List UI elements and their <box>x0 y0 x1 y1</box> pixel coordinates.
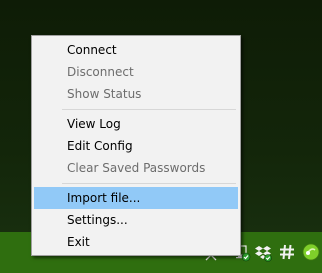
menu-item-edit-config[interactable]: Edit Config <box>34 135 238 157</box>
menu-item-clear-saved-passwords[interactable]: Clear Saved Passwords <box>34 157 238 179</box>
menu-separator <box>62 183 236 184</box>
menu-separator <box>62 109 236 110</box>
menu-item-show-status[interactable]: Show Status <box>34 83 238 105</box>
menu-item-label: Exit <box>67 235 90 249</box>
menu-item-disconnect[interactable]: Disconnect <box>34 61 238 83</box>
hashtag-icon[interactable] <box>279 244 295 260</box>
openvpn-icon[interactable] <box>302 243 320 261</box>
menu-item-label: Settings... <box>67 213 128 227</box>
menu-item-connect[interactable]: Connect <box>34 39 238 61</box>
dropbox-icon[interactable] <box>255 244 272 262</box>
menu-item-label: Show Status <box>67 87 142 101</box>
menu-item-label: Import file... <box>67 191 141 205</box>
menu-item-label: Connect <box>67 43 117 57</box>
menu-item-label: Edit Config <box>67 139 133 153</box>
menu-item-label: Disconnect <box>67 65 134 79</box>
menu-item-label: Clear Saved Passwords <box>67 161 206 175</box>
menu-item-view-log[interactable]: View Log <box>34 113 238 135</box>
menu-item-exit[interactable]: Exit <box>34 231 238 253</box>
context-menu: Connect Disconnect Show Status View Log … <box>31 35 241 256</box>
menu-item-import-file[interactable]: Import file... <box>34 187 238 209</box>
menu-item-label: View Log <box>67 117 121 131</box>
menu-item-settings[interactable]: Settings... <box>34 209 238 231</box>
